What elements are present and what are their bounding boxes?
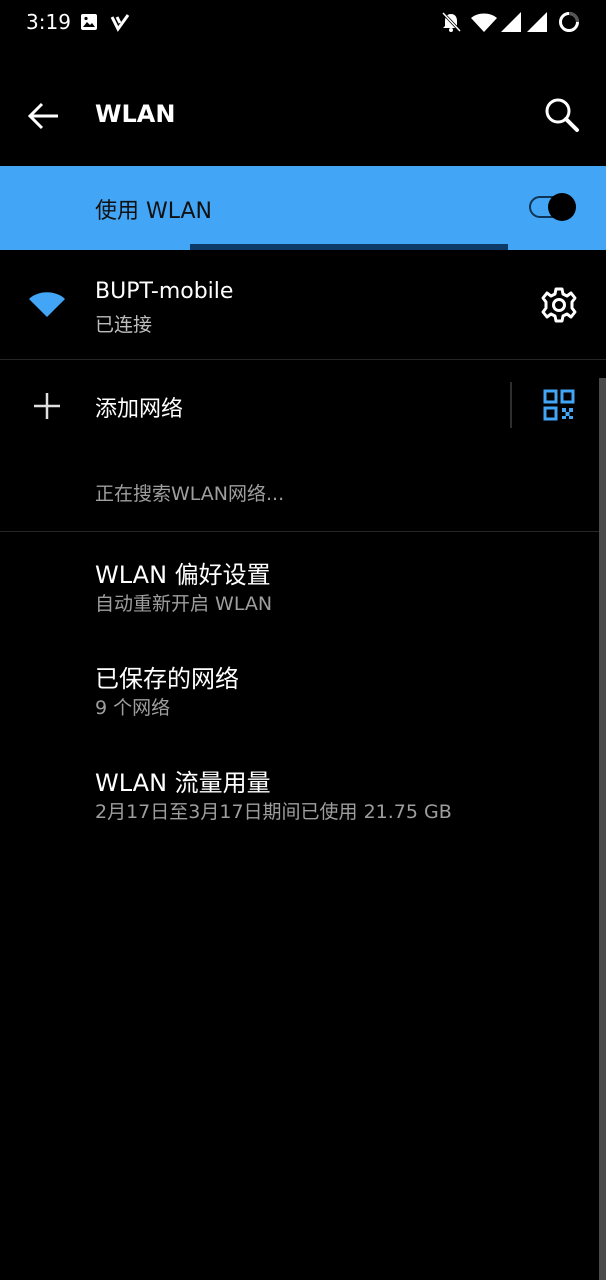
qr-code-button[interactable] (543, 389, 575, 421)
toggle-thumb (548, 193, 576, 221)
wifi-signal-icon (471, 13, 497, 32)
pref-title: WLAN 流量用量 (95, 769, 271, 797)
back-button[interactable] (22, 94, 66, 138)
divider (0, 531, 606, 532)
network-status: 已连接 (95, 314, 153, 336)
status-time: 3:19 (26, 10, 71, 34)
add-network-item[interactable]: 添加网络 (0, 360, 606, 450)
network-settings-button[interactable] (540, 286, 578, 324)
pref-item-saved-networks[interactable]: 已保存的网络 9 个网络 (0, 659, 606, 759)
network-name: BUPT-mobile (95, 279, 234, 304)
pref-item-wlan-data-usage[interactable]: WLAN 流量用量 2月17日至3月17日期间已使用 21.75 GB (0, 763, 606, 863)
plus-icon (34, 393, 60, 419)
status-bar: 3:19 (0, 0, 606, 44)
scan-progress-bar (190, 244, 508, 250)
battery-ring-icon (559, 12, 579, 32)
cell-signal-icon (527, 12, 547, 32)
bell-off-icon (441, 11, 462, 33)
pref-item-wlan-preferences[interactable]: WLAN 偏好设置 自动重新开启 WLAN (0, 555, 606, 655)
wlan-master-switch[interactable]: 使用 WLAN (0, 166, 606, 250)
network-item-connected[interactable]: BUPT-mobile 已连接 (0, 251, 606, 359)
add-network-label: 添加网络 (95, 397, 184, 422)
v-check-icon (110, 14, 130, 32)
pref-title: WLAN 偏好设置 (95, 561, 271, 589)
pref-subtitle: 9 个网络 (95, 697, 171, 719)
pref-subtitle: 自动重新开启 WLAN (95, 593, 273, 615)
searching-status: 正在搜索WLAN网络... (95, 483, 285, 505)
scrollbar[interactable] (599, 378, 606, 1280)
wlan-switch-label: 使用 WLAN (95, 199, 213, 224)
page-title: WLAN (95, 100, 176, 128)
pref-subtitle: 2月17日至3月17日期间已使用 21.75 GB (95, 801, 452, 823)
vertical-divider (510, 382, 512, 428)
qr-code-icon (543, 389, 575, 421)
cell-signal-icon (501, 12, 521, 32)
wifi-icon (29, 292, 65, 317)
back-arrow-icon (27, 102, 58, 130)
search-button[interactable] (538, 92, 586, 140)
app-bar: WLAN (0, 70, 606, 160)
search-icon (545, 98, 579, 132)
image-icon (81, 14, 97, 30)
pref-title: 已保存的网络 (95, 665, 239, 693)
wlan-toggle[interactable] (527, 190, 579, 224)
gear-icon (541, 287, 577, 323)
